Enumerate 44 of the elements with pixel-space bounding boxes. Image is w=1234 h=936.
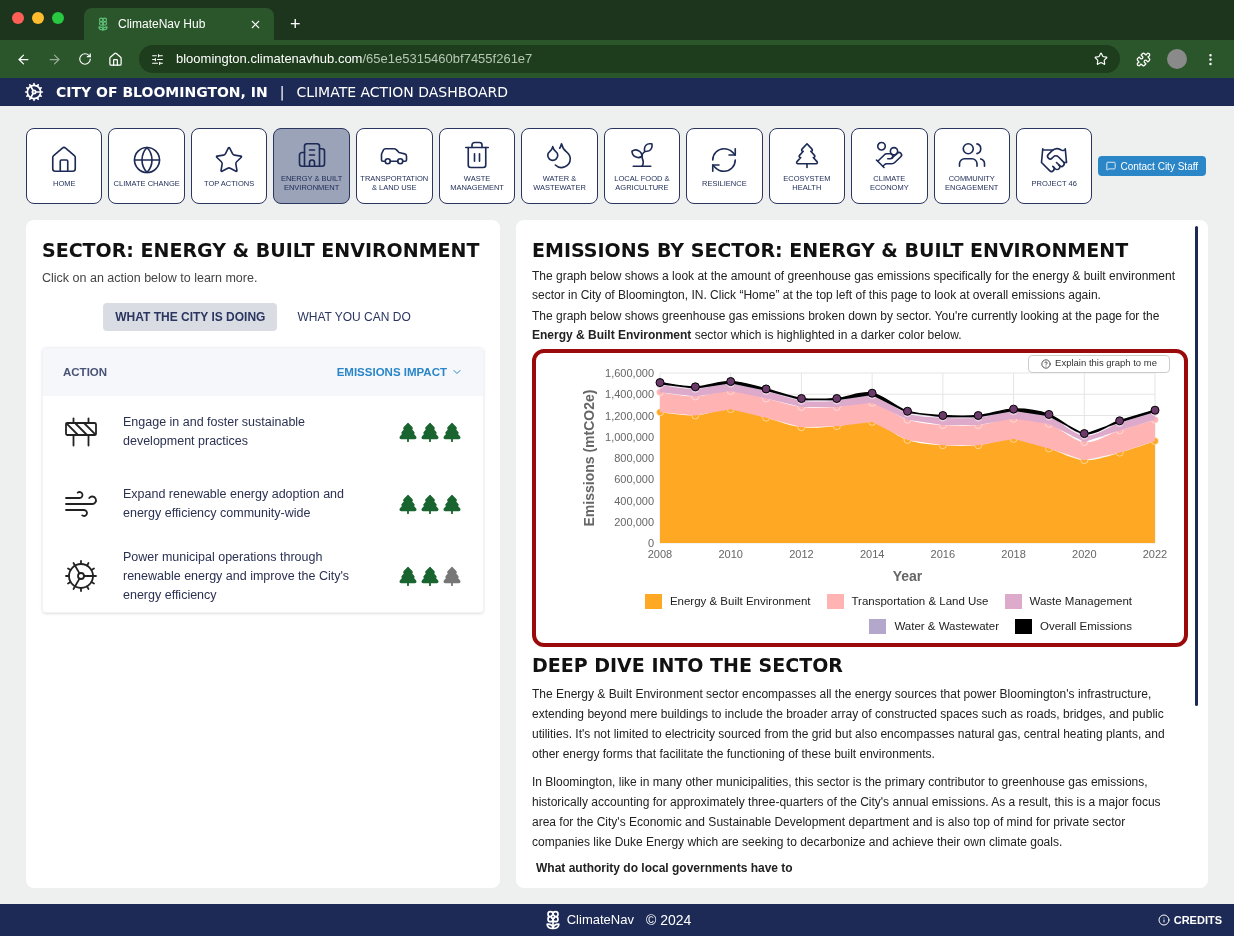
y-tick-label: 400,000 <box>614 494 654 506</box>
tab-title: ClimateNav Hub <box>118 16 207 33</box>
question-heading: What authority do local governments have to <box>536 859 794 876</box>
sector-subtitle: Click on an action below to learn more. <box>42 269 259 287</box>
sector-title: SECTOR: ENERGY & BUILT ENVIRONMENT <box>42 238 481 263</box>
legend-label: Overall Emissions <box>1039 618 1132 634</box>
action-text: Power municipal operations through renewable energy and improve the City's energy efficiency <box>123 548 351 604</box>
footer-brand: ClimateNav <box>566 911 634 930</box>
deep-dive-paragraph: In Bloomington, like in many other municipalities, this sector is the primary contributor to greenhouse gas emissions, historically accounting for approximately three-quarters of the City's annual emissions. As a result, this is a major focus area for the City's Economic and Sustainable Development department and is also top of mind for private sector companies like Duke Energy which are seeking to decarbonize and achieve their own climate goals. <box>532 773 1162 851</box>
action-text: Expand renewable energy adoption and energy efficiency community-wide <box>123 486 345 523</box>
deep-dive-paragraph: The Energy & Built Environment sector encompasses all the energy sources that power Bloomington's infrastructure, extending beyond mere buildings to include the broader array of constructed spaces such as roads, bridges, and public utilities. It's not limited to electricity sourced from the grid but also encompasses natural gas, central heating plants, and other energy forms that facilitate the functioning of these built environments. <box>532 685 1166 763</box>
x-axis-title: Year <box>892 567 923 584</box>
x-tick-label: 2022 <box>1142 547 1168 560</box>
x-tick-label: 2008 <box>647 547 673 560</box>
y-tick-label: 800,000 <box>614 451 654 464</box>
legend-label: Waste Management <box>1029 593 1132 609</box>
column-header: ACTION <box>63 364 108 380</box>
deep-dive-title: DEEP DIVE INTO THE SECTOR <box>532 653 844 678</box>
city-name: CITY OF BLOOMINGTON, IN <box>56 82 268 102</box>
y-axis-title: Emissions (mtCO2e) <box>581 389 597 526</box>
legend-label: Water & Wastewater <box>894 618 999 634</box>
legend-label: Energy & Built Environment <box>669 593 811 609</box>
y-tick-label: 1,400,000 <box>605 387 654 400</box>
y-tick-label: 1,000,000 <box>605 430 654 443</box>
y-tick-label: 1,200,000 <box>605 409 654 421</box>
x-tick-label: 2018 <box>1001 547 1026 560</box>
y-tick-label: 600,000 <box>614 472 654 485</box>
legend-label: Transportation & Land Use <box>851 593 989 609</box>
emissions-title: EMISSIONS BY SECTOR: ENERGY & BUILT ENVIRONMENT <box>532 238 1130 263</box>
dashboard-title: CLIMATE ACTION DASHBOARD <box>296 82 508 102</box>
description-paragraph: The graph below shows a look at the amount of greenhouse gas emissions specifically for the energy & built environment sector in City of Bloomington, IN. Click “Home” at the top left of this page to look at overall emissions again. <box>532 267 1177 304</box>
y-tick-label: 1,600,000 <box>605 366 654 379</box>
y-tick-label: 200,000 <box>614 515 654 528</box>
x-tick-label: 2020 <box>1072 547 1097 560</box>
header-separator: | <box>279 82 285 103</box>
url-text: bloomington.climatenavhub.com/65e1e5315460bf7455f261e7 <box>176 50 534 69</box>
action-text: Engage in and foster sustainable development practices <box>123 414 307 451</box>
x-tick-label: 2014 <box>859 547 885 560</box>
x-tick-label: 2010 <box>718 547 743 560</box>
footer-copyright: © 2024 <box>645 910 692 930</box>
description-paragraph: The graph below shows greenhouse gas emissions broken down by sector. You're currently looking at the page for the Energy & Built Environment sector which is highlighted in a darker color below. <box>532 307 1161 344</box>
x-tick-label: 2016 <box>930 547 956 560</box>
x-tick-label: 2012 <box>789 547 814 560</box>
y-tick-label: 0 <box>647 536 654 549</box>
